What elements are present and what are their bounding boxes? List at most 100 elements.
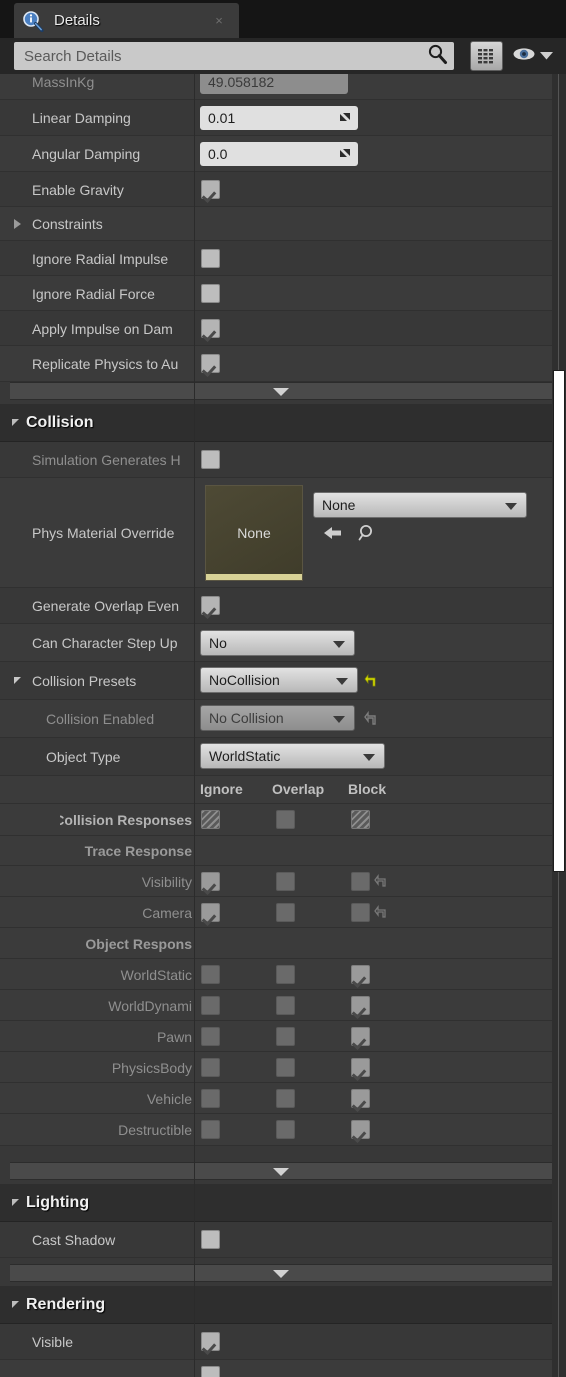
pawn-overlap-checkbox[interactable] bbox=[276, 1027, 295, 1046]
property-row-phys-material-override[interactable]: Phys Material Override None None bbox=[0, 478, 552, 588]
massinkg-value[interactable]: 49.058182 bbox=[200, 74, 348, 94]
property-row-object-type[interactable]: Object Type WorldStatic bbox=[0, 738, 552, 776]
phys-material-thumbnail[interactable]: None bbox=[205, 485, 303, 581]
collision-responses-ignore-checkbox[interactable] bbox=[201, 810, 220, 829]
physicsbody-block-checkbox[interactable] bbox=[351, 1058, 370, 1077]
visibility-overlap-checkbox[interactable] bbox=[276, 872, 295, 891]
visibility-options-button[interactable] bbox=[512, 44, 558, 68]
worlddynamic-overlap-checkbox[interactable] bbox=[276, 996, 295, 1015]
physicsbody-overlap-checkbox[interactable] bbox=[276, 1058, 295, 1077]
camera-block-checkbox[interactable] bbox=[351, 903, 370, 922]
collision-responses-block-checkbox[interactable] bbox=[351, 810, 370, 829]
chevron-down-icon[interactable] bbox=[273, 1168, 289, 1176]
property-row-visible[interactable]: Visible bbox=[0, 1324, 552, 1360]
revert-arrow-icon[interactable] bbox=[374, 873, 388, 889]
revert-arrow-icon[interactable] bbox=[364, 710, 378, 726]
vertical-scrollbar-track[interactable] bbox=[552, 74, 566, 1377]
angular-damping-input[interactable]: 0.0 bbox=[200, 142, 358, 166]
collision-enabled-combo[interactable]: No Collision bbox=[200, 705, 355, 731]
search-input[interactable] bbox=[24, 47, 426, 65]
worlddynamic-block-checkbox[interactable] bbox=[351, 996, 370, 1015]
collision-responses-overlap-checkbox[interactable] bbox=[276, 810, 295, 829]
browse-magnifier-icon[interactable] bbox=[356, 522, 378, 544]
chevron-down-icon[interactable] bbox=[12, 1301, 19, 1308]
chevron-down-icon[interactable] bbox=[333, 641, 345, 648]
chevron-right-icon[interactable] bbox=[14, 219, 21, 229]
chevron-down-icon[interactable] bbox=[333, 716, 345, 723]
visibility-ignore-checkbox[interactable] bbox=[201, 872, 220, 891]
section-header-lighting[interactable]: Lighting bbox=[0, 1184, 552, 1222]
property-row-collision-responses[interactable]: Collision Responses bbox=[0, 804, 552, 836]
property-row-camera[interactable]: Camera bbox=[0, 897, 552, 928]
pawn-ignore-checkbox[interactable] bbox=[201, 1027, 220, 1046]
chevron-down-icon[interactable] bbox=[273, 1270, 289, 1278]
destructible-block-checkbox[interactable] bbox=[351, 1120, 370, 1139]
apply-impulse-on-damage-checkbox[interactable] bbox=[201, 319, 220, 338]
ignore-radial-force-checkbox[interactable] bbox=[201, 284, 220, 303]
property-row-enable-gravity[interactable]: Enable Gravity bbox=[0, 172, 552, 207]
property-row-worlddynamic[interactable]: WorldDynami bbox=[0, 990, 552, 1021]
property-row-cast-shadow[interactable]: Cast Shadow bbox=[0, 1222, 552, 1258]
search-icon[interactable] bbox=[426, 43, 448, 70]
worldstatic-overlap-checkbox[interactable] bbox=[276, 965, 295, 984]
chevron-down-icon[interactable] bbox=[540, 47, 553, 65]
spinner-arrows-icon[interactable] bbox=[338, 146, 352, 160]
search-box[interactable] bbox=[14, 42, 454, 70]
physicsbody-ignore-checkbox[interactable] bbox=[201, 1058, 220, 1077]
destructible-ignore-checkbox[interactable] bbox=[201, 1120, 220, 1139]
simulation-generates-hit-checkbox[interactable] bbox=[201, 450, 220, 469]
generate-overlap-events-checkbox[interactable] bbox=[201, 596, 220, 615]
property-row-simulation-generates-hit[interactable]: Simulation Generates H bbox=[0, 442, 552, 478]
property-row-vehicle[interactable]: Vehicle bbox=[0, 1083, 552, 1114]
chevron-down-icon[interactable] bbox=[12, 1199, 19, 1206]
visibility-block-checkbox[interactable] bbox=[351, 872, 370, 891]
tab-details[interactable]: Details × bbox=[14, 3, 239, 38]
chevron-down-icon[interactable] bbox=[363, 754, 375, 761]
back-arrow-icon[interactable] bbox=[322, 522, 344, 544]
property-row-constraints[interactable]: Constraints bbox=[0, 207, 552, 241]
property-row-linear-damping[interactable]: Linear Damping 0.01 bbox=[0, 100, 552, 136]
property-row-can-character-step-up[interactable]: Can Character Step Up No bbox=[0, 624, 552, 662]
property-row-replicate-physics[interactable]: Replicate Physics to Au bbox=[0, 346, 552, 382]
property-row-collision-presets[interactable]: Collision Presets NoCollision bbox=[0, 662, 552, 700]
section-splitter-lighting[interactable] bbox=[10, 1264, 552, 1282]
property-row-physicsbody[interactable]: PhysicsBody bbox=[0, 1052, 552, 1083]
property-row-apply-impulse-on-damage[interactable]: Apply Impulse on Dam bbox=[0, 311, 552, 346]
can-character-step-up-combo[interactable]: No bbox=[200, 630, 355, 656]
spinner-arrows-icon[interactable] bbox=[338, 110, 352, 124]
property-row-ignore-radial-force[interactable]: Ignore Radial Force bbox=[0, 276, 552, 311]
section-header-collision[interactable]: Collision bbox=[0, 404, 552, 442]
section-splitter-collision[interactable] bbox=[10, 1162, 552, 1180]
property-row-angular-damping[interactable]: Angular Damping 0.0 bbox=[0, 136, 552, 172]
property-row-visibility[interactable]: Visibility bbox=[0, 866, 552, 897]
vertical-scrollbar-thumb[interactable] bbox=[553, 370, 565, 872]
camera-overlap-checkbox[interactable] bbox=[276, 903, 295, 922]
destructible-overlap-checkbox[interactable] bbox=[276, 1120, 295, 1139]
column-divider[interactable] bbox=[194, 74, 195, 1377]
object-type-combo[interactable]: WorldStatic bbox=[200, 743, 385, 769]
worldstatic-ignore-checkbox[interactable] bbox=[201, 965, 220, 984]
property-row-clipped[interactable] bbox=[0, 1360, 552, 1377]
replicate-physics-checkbox[interactable] bbox=[201, 354, 220, 373]
property-row-collision-enabled[interactable]: Collision Enabled No Collision bbox=[0, 700, 552, 738]
close-icon[interactable]: × bbox=[211, 13, 227, 28]
collision-presets-combo[interactable]: NoCollision bbox=[200, 667, 358, 693]
enable-gravity-checkbox[interactable] bbox=[201, 180, 220, 199]
chevron-down-icon[interactable] bbox=[14, 677, 21, 684]
phys-material-combo[interactable]: None bbox=[313, 492, 527, 518]
chevron-down-icon[interactable] bbox=[273, 388, 289, 396]
property-row-massinkg[interactable]: MassInKg 49.058182 bbox=[0, 74, 552, 100]
ignore-radial-impulse-checkbox[interactable] bbox=[201, 249, 220, 268]
vehicle-block-checkbox[interactable] bbox=[351, 1089, 370, 1108]
property-row-worldstatic[interactable]: WorldStatic bbox=[0, 959, 552, 990]
revert-arrow-icon-active[interactable] bbox=[364, 672, 378, 688]
visible-checkbox[interactable] bbox=[201, 1332, 220, 1351]
property-row-generate-overlap-events[interactable]: Generate Overlap Even bbox=[0, 588, 552, 624]
section-splitter-physics[interactable] bbox=[10, 382, 552, 400]
worlddynamic-ignore-checkbox[interactable] bbox=[201, 996, 220, 1015]
property-row-ignore-radial-impulse[interactable]: Ignore Radial Impulse bbox=[0, 241, 552, 276]
linear-damping-input[interactable]: 0.01 bbox=[200, 106, 358, 130]
camera-ignore-checkbox[interactable] bbox=[201, 903, 220, 922]
cast-shadow-checkbox[interactable] bbox=[201, 1230, 220, 1249]
eye-icon[interactable] bbox=[512, 46, 536, 67]
